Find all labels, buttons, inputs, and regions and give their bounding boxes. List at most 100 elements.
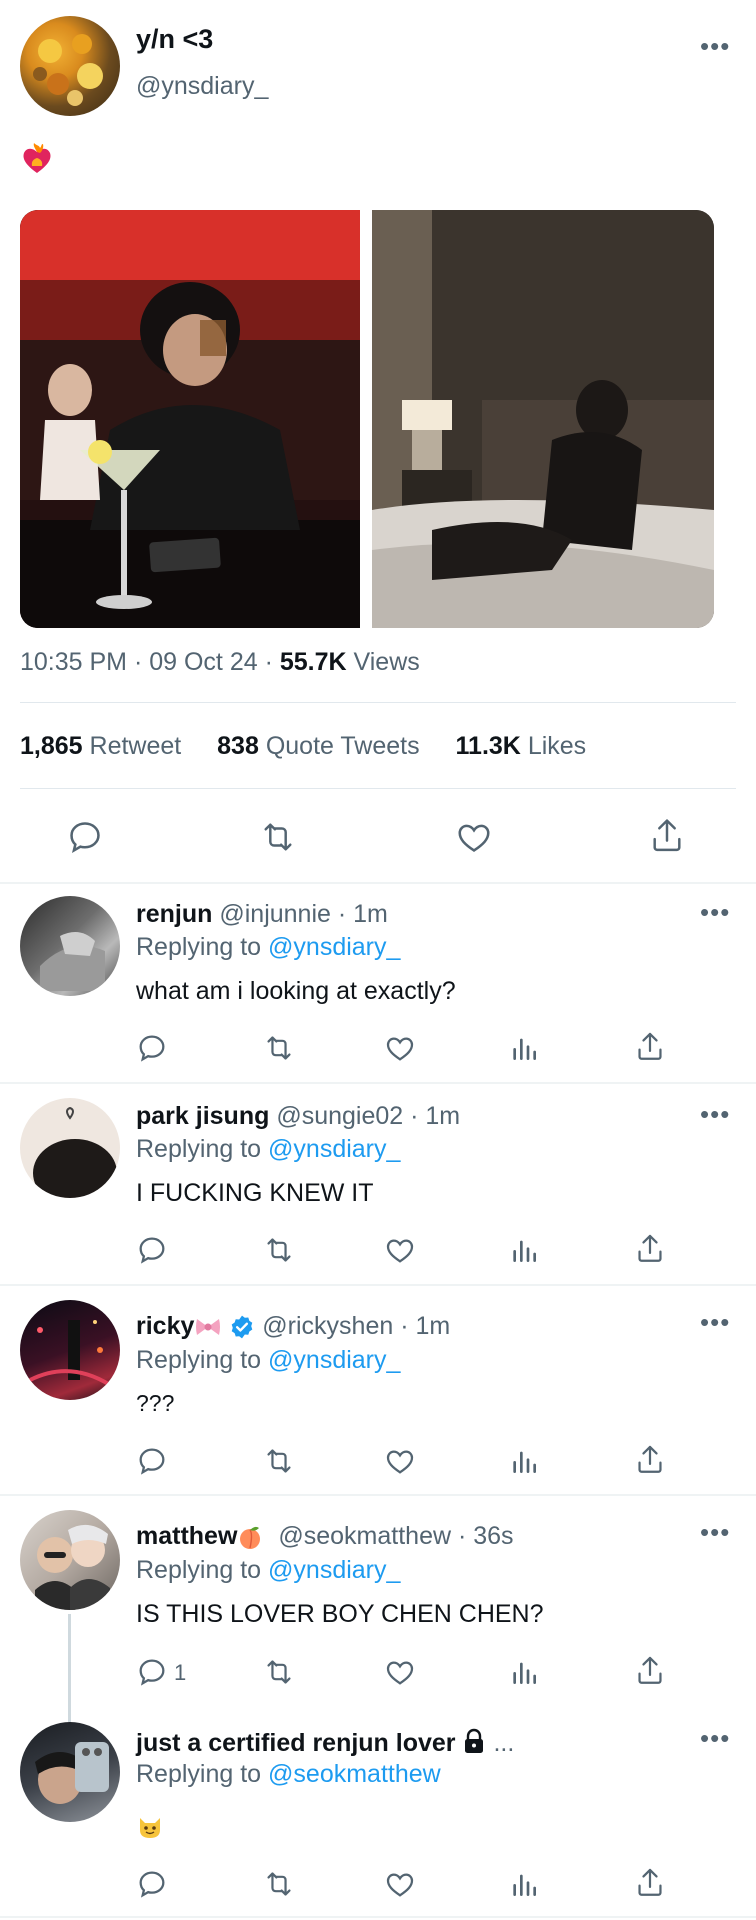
reply-display-name[interactable]: matthew [136, 1522, 237, 1550]
retweet-icon[interactable] [262, 1868, 296, 1900]
avatar-flowers-art [33, 34, 103, 106]
photo-bedroom-scene [372, 210, 714, 628]
retweet-icon[interactable] [262, 1234, 296, 1266]
reply-handle-time[interactable]: @sungie02 · 1m [276, 1102, 460, 1130]
reply-text: I FUCKING KNEW IT [136, 1179, 374, 1207]
thread-connector-line [68, 1614, 71, 1722]
likes-count: 11.3K [455, 732, 521, 760]
divider [0, 1916, 756, 1918]
reply-display-name[interactable]: just a certified renjun lover [136, 1729, 456, 1757]
share-icon[interactable] [634, 1443, 666, 1477]
like-icon[interactable] [455, 818, 493, 856]
retweet-icon[interactable] [262, 1032, 296, 1064]
replying-to: Replying to @ynsdiary_ [136, 1346, 400, 1375]
reply-count: 1 [174, 1660, 187, 1685]
divider [0, 1494, 756, 1496]
replying-to-handle[interactable]: @ynsdiary_ [268, 933, 400, 961]
retweet-icon[interactable] [258, 818, 298, 856]
quotes-label: Quote Tweets [265, 732, 420, 760]
replying-to-handle[interactable]: @ynsdiary_ [268, 1135, 400, 1163]
share-icon[interactable] [634, 1030, 666, 1064]
reply-display-name[interactable]: park jisung [136, 1102, 269, 1130]
like-icon[interactable] [384, 1032, 416, 1064]
replying-to-handle[interactable]: @ynsdiary_ [268, 1556, 400, 1584]
avatar-head-art [33, 1106, 117, 1198]
divider [20, 788, 736, 789]
tweet-photo-1[interactable] [20, 210, 360, 628]
likes-stat[interactable]: 11.3K Likes [456, 732, 587, 760]
author-display-name[interactable]: y/n <3 [136, 24, 213, 55]
peach-emoji [240, 1527, 261, 1550]
reply-avatar[interactable] [20, 896, 120, 996]
tweet-meta: 10:35 PM · 09 Oct 24 · 55.7K Views [20, 648, 420, 677]
share-icon[interactable] [648, 816, 686, 856]
ribbon-emoji [196, 1319, 221, 1336]
share-icon[interactable] [634, 1866, 666, 1900]
photo-bar-scene [20, 210, 360, 628]
avatar-selfie-art [35, 1742, 109, 1804]
more-icon[interactable]: ••• [700, 33, 730, 59]
quotes-stat[interactable]: 838 Quote Tweets [217, 732, 419, 760]
replying-to: Replying to @ynsdiary_ [136, 1135, 400, 1164]
views-icon[interactable] [510, 1656, 538, 1688]
retweets-stat[interactable]: 1,865 Retweet [20, 732, 181, 760]
more-icon[interactable]: ••• [700, 1725, 730, 1751]
reply-avatar[interactable] [20, 1098, 120, 1198]
views-icon[interactable] [510, 1234, 538, 1266]
reply-avatar[interactable] [20, 1510, 120, 1610]
like-icon[interactable] [384, 1656, 416, 1688]
replying-to-label: Replying to [136, 1346, 269, 1374]
tweet-timestamp[interactable]: 10:35 PM · 09 Oct 24 · [20, 648, 280, 676]
replying-to: Replying to @ynsdiary_ [136, 933, 400, 962]
retweet-icon[interactable] [262, 1445, 296, 1477]
tweet-stats: 1,865 Retweet 838 Quote Tweets 11.3K Lik… [20, 732, 586, 761]
replying-to-handle[interactable]: @ynsdiary_ [268, 1346, 400, 1374]
avatar-two-people-art [35, 1524, 110, 1610]
views-icon[interactable] [510, 1445, 538, 1477]
reply-icon[interactable] [136, 1868, 168, 1900]
views-count: 55.7K [279, 648, 347, 676]
reply-header: matthew @seokmatthew · 36s [136, 1522, 514, 1551]
reply-handle-time[interactable]: @rickyshen · 1m [262, 1312, 450, 1340]
share-icon[interactable] [634, 1232, 666, 1266]
reply-avatar[interactable] [20, 1300, 120, 1400]
author-handle[interactable]: @ynsdiary_ [136, 72, 268, 101]
divider [0, 1082, 756, 1084]
reply-icon[interactable] [136, 1234, 168, 1266]
avatar-hand-art [40, 932, 105, 991]
share-icon[interactable] [634, 1654, 666, 1688]
likes-label: Likes [527, 732, 587, 760]
more-icon[interactable]: ••• [700, 1309, 730, 1335]
tweet-photo-2[interactable] [372, 210, 714, 628]
reply-text: IS THIS LOVER BOY CHEN CHEN? [136, 1600, 544, 1628]
like-icon[interactable] [384, 1445, 416, 1477]
author-avatar[interactable] [20, 16, 120, 116]
reply-icon[interactable] [66, 818, 104, 856]
reply-icon[interactable] [136, 1656, 168, 1688]
reply-avatar[interactable] [20, 1722, 120, 1822]
views-icon[interactable] [510, 1032, 538, 1064]
reply-display-name[interactable]: ricky [136, 1312, 194, 1340]
reply-icon[interactable] [136, 1445, 168, 1477]
replying-to: Replying to @seokmatthew [136, 1760, 441, 1789]
views-icon[interactable] [510, 1868, 538, 1900]
replying-to-handle[interactable]: @seokmatthew [268, 1760, 441, 1788]
reply-header: park jisung @sungie02 · 1m [136, 1102, 460, 1131]
reply-icon[interactable] [136, 1032, 168, 1064]
reply-handle-time[interactable]: @injunnie · 1m [219, 900, 388, 928]
divider [20, 702, 736, 703]
more-icon[interactable]: ••• [700, 899, 730, 925]
replying-to-label: Replying to [136, 1760, 269, 1788]
divider [0, 1284, 756, 1286]
lock-icon [465, 1728, 484, 1753]
reply-handle-time[interactable]: @seokmatthew · 36s [278, 1522, 513, 1550]
divider [0, 882, 756, 884]
reply-display-name[interactable]: renjun [136, 900, 212, 928]
more-icon[interactable]: ••• [700, 1519, 730, 1545]
reply-text: what am i looking at exactly? [136, 977, 456, 1005]
more-icon[interactable]: ••• [700, 1101, 730, 1127]
like-icon[interactable] [384, 1868, 416, 1900]
like-icon[interactable] [384, 1234, 416, 1266]
retweet-icon[interactable] [262, 1656, 296, 1688]
reply-handle-time[interactable]: ... [493, 1729, 514, 1757]
